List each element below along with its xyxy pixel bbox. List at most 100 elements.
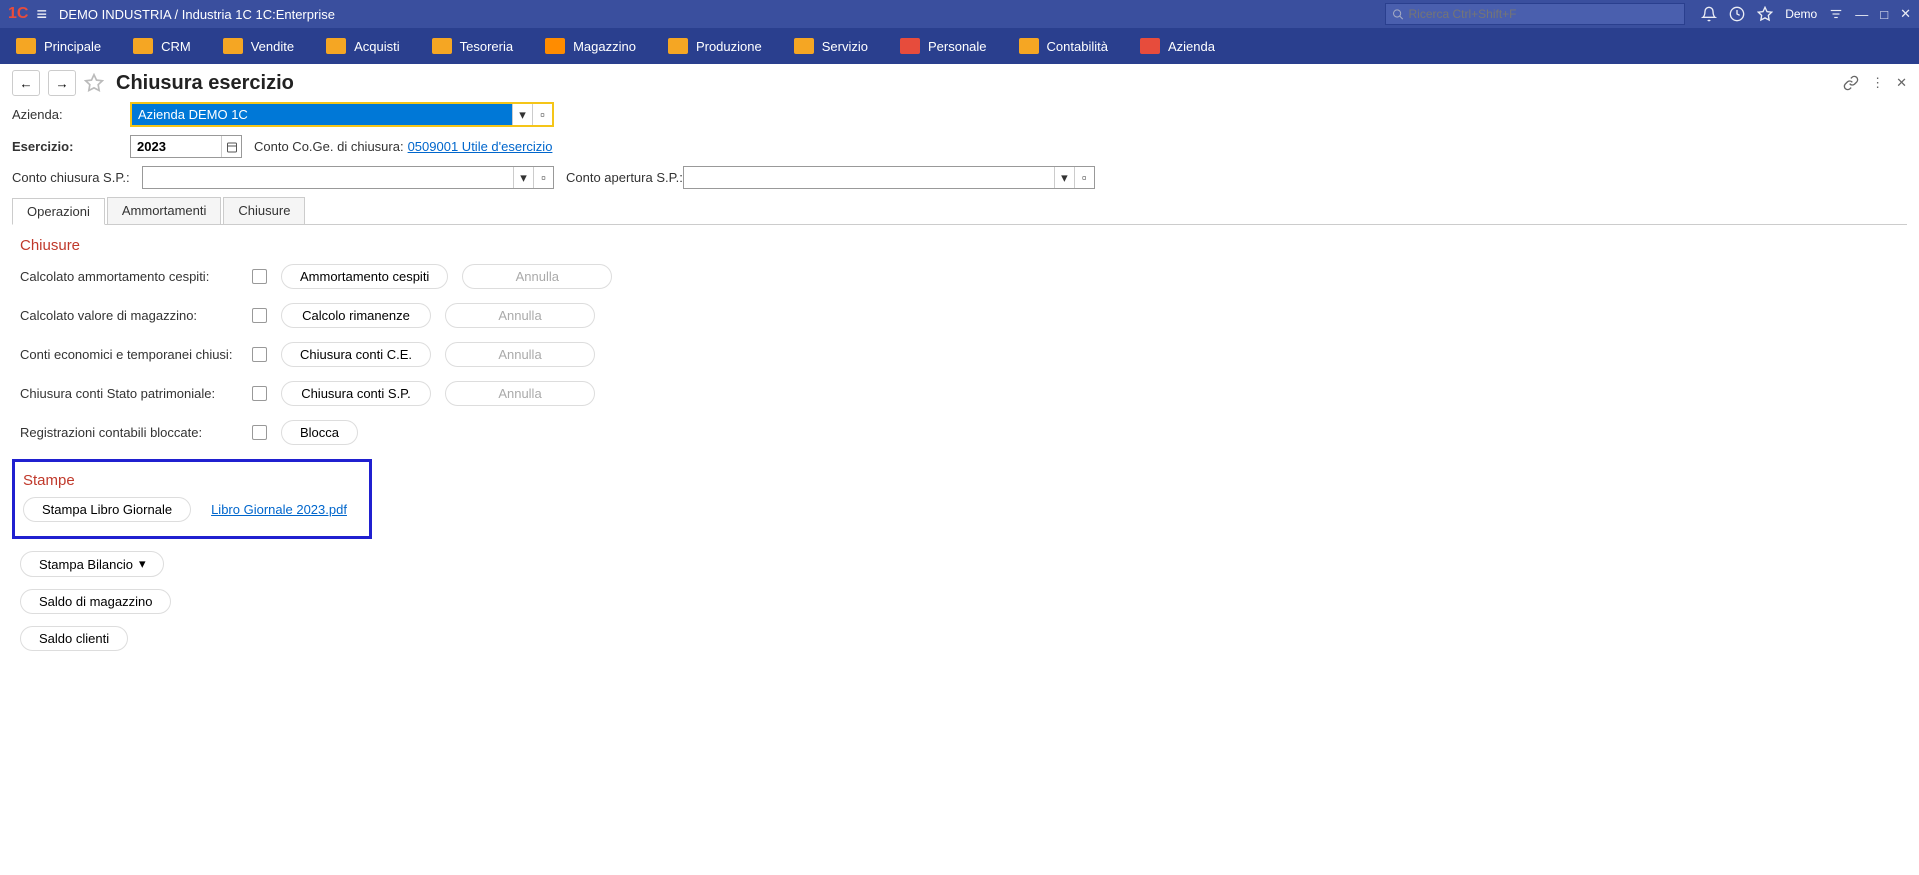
nav-label: Tesoreria [460, 39, 513, 54]
vendite-icon [223, 38, 243, 54]
conto-apertura-input[interactable] [684, 167, 1054, 188]
nav-principale[interactable]: Principale [16, 38, 101, 54]
closure-row: Calcolato ammortamento cespiti: Ammortam… [20, 264, 1899, 289]
link-icon[interactable] [1843, 75, 1859, 91]
forward-button[interactable]: → [48, 70, 76, 96]
nav-label: Servizio [822, 39, 868, 54]
esercizio-label: Esercizio: [12, 139, 130, 154]
chevron-down-icon: ▾ [139, 556, 146, 572]
conto-chiusura-label: Conto chiusura S.P.: [12, 170, 142, 185]
kebab-menu-icon[interactable]: ⋮ [1871, 75, 1884, 91]
nav-tesoreria[interactable]: Tesoreria [432, 38, 513, 54]
crm-icon [133, 38, 153, 54]
annulla-button[interactable]: Annulla [462, 264, 612, 289]
produzione-icon [668, 38, 688, 54]
conto-chiusura-dropdown-icon[interactable]: ▾ [513, 167, 533, 188]
nav-label: Produzione [696, 39, 762, 54]
topbar: 1C ≡ DEMO INDUSTRIA / Industria 1C 1C:En… [0, 0, 1919, 28]
nav-acquisti[interactable]: Acquisti [326, 38, 400, 54]
nav-contabilita[interactable]: Contabilità [1019, 38, 1108, 54]
chiusura-conti-ce-button[interactable]: Chiusura conti C.E. [281, 342, 431, 367]
back-button[interactable]: ← [12, 70, 40, 96]
minimize-icon[interactable]: — [1855, 7, 1868, 22]
tab-content: Chiusure Calcolato ammortamento cespiti:… [0, 225, 1919, 675]
closure-row: Calcolato valore di magazzino: Calcolo r… [20, 303, 1899, 328]
closure-label: Conti economici e temporanei chiusi: [20, 347, 238, 362]
ammortamento-cespiti-button[interactable]: Ammortamento cespiti [281, 264, 448, 289]
stampe-highlight-box: Stampe Stampa Libro Giornale Libro Giorn… [12, 459, 372, 539]
nav-azienda[interactable]: Azienda [1140, 38, 1215, 54]
annulla-button[interactable]: Annulla [445, 303, 595, 328]
nav-vendite[interactable]: Vendite [223, 38, 294, 54]
page-title: Chiusura esercizio [116, 72, 294, 95]
settings-lines-icon[interactable] [1829, 7, 1843, 21]
nav-produzione[interactable]: Produzione [668, 38, 762, 54]
esercizio-calendar-icon[interactable] [221, 136, 241, 157]
close-icon[interactable]: ✕ [1896, 75, 1907, 91]
nav-label: Contabilità [1047, 39, 1108, 54]
conto-coge-link[interactable]: 0509001 Utile d'esercizio [408, 139, 553, 154]
personale-icon [900, 38, 920, 54]
libro-giornale-link[interactable]: Libro Giornale 2023.pdf [211, 502, 347, 517]
favorite-star-icon[interactable] [84, 73, 104, 93]
close-window-icon[interactable]: ✕ [1900, 6, 1911, 22]
closure-checkbox[interactable] [252, 386, 267, 401]
star-icon[interactable] [1757, 6, 1773, 22]
nav-label: Principale [44, 39, 101, 54]
azienda-dropdown-icon[interactable]: ▾ [512, 104, 532, 125]
azienda-open-icon[interactable]: ▫ [532, 104, 552, 125]
conto-apertura-input-group: ▾ ▫ [683, 166, 1095, 189]
nav-label: Vendite [251, 39, 294, 54]
saldo-clienti-button[interactable]: Saldo clienti [20, 626, 128, 651]
nav-magazzino[interactable]: Magazzino [545, 38, 636, 54]
conto-coge-label: Conto Co.Ge. di chiusura: [254, 139, 404, 154]
tab-chiusure[interactable]: Chiusure [223, 197, 305, 224]
stampa-bilancio-button[interactable]: Stampa Bilancio ▾ [20, 551, 164, 577]
chiusure-title: Chiusure [20, 237, 1899, 254]
demo-label: Demo [1785, 7, 1817, 21]
esercizio-input[interactable] [131, 136, 221, 157]
search-box[interactable] [1385, 3, 1685, 25]
azienda-input[interactable] [132, 104, 512, 125]
closure-checkbox[interactable] [252, 425, 267, 440]
acquisti-icon [326, 38, 346, 54]
closure-checkbox[interactable] [252, 269, 267, 284]
esercizio-input-group [130, 135, 242, 158]
hamburger-icon[interactable]: ≡ [36, 4, 47, 25]
conto-apertura-dropdown-icon[interactable]: ▾ [1054, 167, 1074, 188]
closure-checkbox[interactable] [252, 347, 267, 362]
maximize-icon[interactable]: □ [1880, 7, 1888, 22]
calcolo-rimanenze-button[interactable]: Calcolo rimanenze [281, 303, 431, 328]
bell-icon[interactable] [1701, 6, 1717, 22]
nav-label: Magazzino [573, 39, 636, 54]
conto-chiusura-open-icon[interactable]: ▫ [533, 167, 553, 188]
history-icon[interactable] [1729, 6, 1745, 22]
chiusura-conti-sp-button[interactable]: Chiusura conti S.P. [281, 381, 431, 406]
closure-label: Calcolato valore di magazzino: [20, 308, 238, 323]
nav-crm[interactable]: CRM [133, 38, 191, 54]
tab-operazioni[interactable]: Operazioni [12, 198, 105, 225]
saldo-magazzino-button[interactable]: Saldo di magazzino [20, 589, 171, 614]
conto-apertura-label: Conto apertura S.P.: [566, 170, 683, 185]
search-input[interactable] [1408, 7, 1678, 21]
nav-personale[interactable]: Personale [900, 38, 987, 54]
form-area: Azienda: ▾ ▫ Esercizio: Conto Co.Ge. di … [0, 102, 1919, 189]
conto-chiusura-input-group: ▾ ▫ [142, 166, 554, 189]
annulla-button[interactable]: Annulla [445, 381, 595, 406]
nav-label: Personale [928, 39, 987, 54]
conto-chiusura-input[interactable] [143, 167, 513, 188]
stampa-libro-giornale-button[interactable]: Stampa Libro Giornale [23, 497, 191, 522]
blocca-button[interactable]: Blocca [281, 420, 358, 445]
closure-label: Calcolato ammortamento cespiti: [20, 269, 238, 284]
stampe-title: Stampe [23, 472, 355, 489]
stampa-bilancio-label: Stampa Bilancio [39, 557, 133, 572]
azienda-input-group: ▾ ▫ [130, 102, 554, 127]
azienda-label: Azienda: [12, 107, 130, 122]
app-title: DEMO INDUSTRIA / Industria 1C 1C:Enterpr… [59, 7, 335, 22]
tab-ammortamenti[interactable]: Ammortamenti [107, 197, 222, 224]
nav-servizio[interactable]: Servizio [794, 38, 868, 54]
conto-apertura-open-icon[interactable]: ▫ [1074, 167, 1094, 188]
tesoreria-icon [432, 38, 452, 54]
annulla-button[interactable]: Annulla [445, 342, 595, 367]
closure-checkbox[interactable] [252, 308, 267, 323]
